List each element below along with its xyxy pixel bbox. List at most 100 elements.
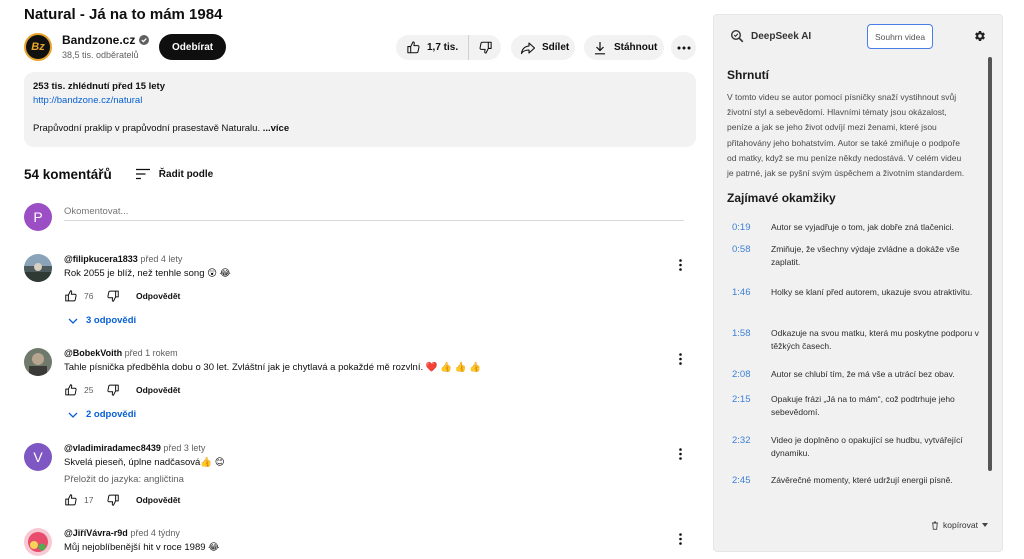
moment-text: Opakuje frázi „Já na to mám“, což podtrh… bbox=[771, 394, 955, 418]
commenter-avatar[interactable] bbox=[24, 348, 52, 376]
commenter-avatar[interactable]: V bbox=[24, 443, 52, 471]
comment-meta: @BobekVoith před 1 rokem bbox=[64, 348, 664, 358]
comment-author[interactable]: @JiříVávra-r9d bbox=[64, 528, 128, 538]
more-vertical-icon bbox=[678, 353, 682, 365]
comment-time[interactable]: před 1 rokem bbox=[125, 348, 178, 358]
subscribe-button[interactable]: Odebírat bbox=[159, 34, 227, 60]
comment-time[interactable]: před 4 lety bbox=[140, 254, 182, 264]
moment-text: Závěrečné momenty, které udržují energii… bbox=[771, 475, 953, 486]
moments-heading: Zajímavé okamžiky bbox=[727, 191, 836, 206]
download-button[interactable]: Stáhnout bbox=[584, 35, 664, 60]
chevron-down-icon bbox=[68, 318, 78, 324]
moment-item: 0:19 Autor se vyjadřuje o tom, jak dobře… bbox=[714, 221, 986, 241]
moment-item: 2:08 Autor se chlubí tím, že má vše a ut… bbox=[714, 368, 986, 393]
show-replies-button[interactable]: 3 odpovědi bbox=[68, 315, 664, 326]
moment-item: 0:58 Zmiňuje, že všechny výdaje zvládne … bbox=[714, 243, 986, 286]
dislike-button[interactable] bbox=[469, 35, 501, 60]
panel-scrollbar[interactable] bbox=[988, 57, 992, 471]
more-vertical-icon bbox=[678, 533, 682, 545]
add-comment: P bbox=[24, 203, 684, 231]
trash-icon bbox=[932, 521, 938, 530]
video-summary-button[interactable]: Souhrn videa bbox=[867, 24, 933, 49]
comment-time[interactable]: před 4 týdny bbox=[130, 528, 180, 538]
summary-text: V tomto videu se autor pomocí písničky s… bbox=[727, 92, 965, 179]
description-text: Prapůvodní praklip v prapůvodní prasesta… bbox=[33, 123, 261, 134]
moment-timestamp[interactable]: 2:32 bbox=[732, 434, 771, 474]
moment-timestamp[interactable]: 0:19 bbox=[732, 221, 771, 241]
like-count: 1,7 tis. bbox=[427, 42, 459, 53]
copy-button[interactable]: kopírovat bbox=[931, 520, 988, 530]
more-horizontal-icon bbox=[677, 46, 690, 49]
description-link[interactable]: http://bandzone.cz/natural bbox=[33, 95, 687, 106]
like-dislike-group: 1,7 tis. bbox=[396, 35, 501, 60]
share-icon bbox=[520, 41, 536, 54]
reply-button[interactable]: Odpovědět bbox=[136, 385, 180, 395]
thumb-down-icon[interactable] bbox=[106, 493, 120, 507]
comment-input[interactable] bbox=[64, 203, 684, 221]
moment-item: 1:46 Holky se klaní před autorem, ukazuj… bbox=[714, 286, 986, 327]
channel-row: Bz Bandzone.cz 38,5 tis. odběratelů Odeb… bbox=[24, 33, 696, 63]
commenter-avatar[interactable] bbox=[24, 254, 52, 282]
more-actions-button[interactable] bbox=[671, 35, 696, 60]
deepseek-icon bbox=[730, 29, 744, 43]
comment-like-count: 17 bbox=[84, 495, 94, 505]
thumb-up-icon[interactable] bbox=[64, 383, 78, 397]
moment-item: 2:32 Video je doplněno o opakující se hu… bbox=[714, 434, 986, 474]
comment-meta: @vladimiradamec8439 před 3 lety bbox=[64, 443, 664, 453]
description-box[interactable]: 253 tis. zhlédnutí před 15 lety http://b… bbox=[24, 72, 696, 147]
moment-text: Video je doplněno o opakující se hudbu, … bbox=[771, 435, 963, 459]
show-replies-button[interactable]: 2 odpovědi bbox=[68, 409, 664, 420]
channel-name[interactable]: Bandzone.cz bbox=[62, 33, 135, 47]
comment-author[interactable]: @vladimiradamec8439 bbox=[64, 443, 161, 453]
summary-heading: Shrnutí bbox=[727, 68, 769, 82]
reply-button[interactable]: Odpovědět bbox=[136, 291, 180, 301]
replies-label: 2 odpovědi bbox=[86, 409, 137, 420]
channel-avatar[interactable]: Bz bbox=[24, 33, 52, 61]
comment-time[interactable]: před 3 lety bbox=[163, 443, 205, 453]
moment-text: Odkazuje na svou matku, která mu poskytn… bbox=[771, 328, 979, 352]
comment-menu-button[interactable] bbox=[674, 352, 686, 366]
thumb-down-icon[interactable] bbox=[106, 289, 120, 303]
gear-icon[interactable] bbox=[974, 30, 986, 42]
comments-count: 54 komentářů bbox=[24, 166, 112, 182]
comment-author[interactable]: @BobekVoith bbox=[64, 348, 122, 358]
moment-text: Holky se klaní před autorem, ukazuje svo… bbox=[771, 287, 973, 298]
comment: @BobekVoith před 1 rokem Tahle písnička … bbox=[24, 348, 696, 436]
sort-label: Řadit podle bbox=[158, 168, 214, 180]
thumb-up-icon[interactable] bbox=[64, 289, 78, 303]
comment-author[interactable]: @filipkucera1833 bbox=[64, 254, 138, 264]
sort-button[interactable]: Řadit podle bbox=[135, 168, 214, 180]
moment-timestamp[interactable]: 2:15 bbox=[732, 393, 771, 434]
moment-item: 1:58 Odkazuje na svou matku, která mu po… bbox=[714, 327, 986, 368]
comment: @JiříVávra-r9d před 4 týdny Můj nejoblíb… bbox=[24, 528, 696, 559]
comment-menu-button[interactable] bbox=[674, 532, 686, 546]
ai-panel-content: Shrnutí V tomto videu se autor pomocí pí… bbox=[714, 63, 986, 523]
thumb-down-icon bbox=[479, 41, 492, 54]
share-button[interactable]: Sdílet bbox=[511, 35, 575, 60]
channel-name-row[interactable]: Bandzone.cz bbox=[62, 33, 150, 47]
translate-link[interactable]: Přeložit do jazyka: angličtina bbox=[64, 474, 664, 485]
comment-menu-button[interactable] bbox=[674, 258, 686, 272]
commenter-avatar[interactable] bbox=[24, 528, 52, 556]
comment-body: @BobekVoith před 1 rokem Tahle písnička … bbox=[64, 348, 664, 420]
moment-text: Autor se chlubí tím, že má vše a utrácí … bbox=[771, 369, 955, 380]
thumb-up-icon bbox=[407, 41, 420, 54]
moments-list: 0:19 Autor se vyjadřuje o tom, jak dobře… bbox=[714, 221, 986, 494]
moment-timestamp[interactable]: 0:58 bbox=[732, 243, 771, 286]
moment-timestamp[interactable]: 2:08 bbox=[732, 368, 771, 393]
show-more-link[interactable]: ...více bbox=[263, 123, 289, 134]
like-button[interactable]: 1,7 tis. bbox=[396, 35, 470, 60]
comment-text: Skvelá pieseň, úplne nadčasová👍 😊 bbox=[64, 457, 225, 468]
moment-timestamp[interactable]: 1:46 bbox=[732, 286, 771, 327]
reply-button[interactable]: Odpovědět bbox=[136, 495, 180, 505]
comment: @filipkucera1833 před 4 lety Rok 2055 je… bbox=[24, 254, 696, 342]
comment-menu-button[interactable] bbox=[674, 447, 686, 461]
comment-like-count: 76 bbox=[84, 291, 94, 301]
download-label: Stáhnout bbox=[614, 42, 658, 53]
thumb-up-icon[interactable] bbox=[64, 493, 78, 507]
moment-timestamp[interactable]: 1:58 bbox=[732, 327, 771, 368]
comment-actions: 76 Odpovědět bbox=[64, 289, 664, 303]
thumb-down-icon[interactable] bbox=[106, 383, 120, 397]
ai-brand-label: DeepSeek AI bbox=[751, 30, 812, 42]
moment-timestamp[interactable]: 2:45 bbox=[732, 474, 771, 494]
